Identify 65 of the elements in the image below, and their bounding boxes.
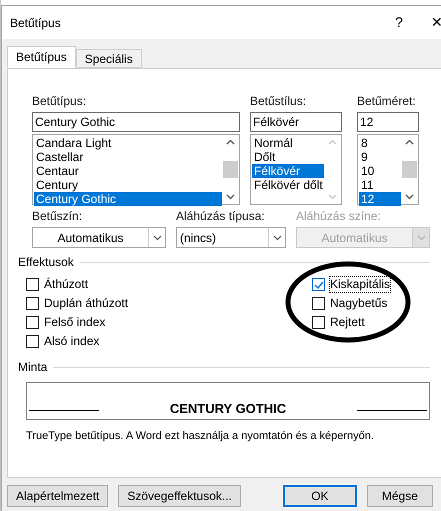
field-label: Aláhúzás színe:: [296, 209, 382, 224]
help-button[interactable]: ?: [384, 12, 414, 33]
scroll-down-icon[interactable]: [226, 194, 235, 200]
list-item[interactable]: Normál: [252, 136, 324, 150]
window-title: Betűtípus: [10, 14, 62, 32]
list-item[interactable]: 9: [359, 150, 401, 164]
font-description: TrueType betűtípus. A Word ezt használja a nyomtatón és a képernyőn.: [26, 429, 375, 444]
checkbox[interactable]: [26, 316, 39, 329]
dialog-button[interactable]: Alapértelmezett: [7, 485, 108, 507]
checkbox[interactable]: [312, 316, 325, 329]
dialog-button[interactable]: Mégse: [366, 485, 433, 507]
scroll-up-icon[interactable]: [405, 139, 414, 145]
dropdown[interactable]: (nincs): [176, 227, 286, 248]
dialog-button[interactable]: Szövegeffektusok...: [118, 485, 241, 507]
checkbox[interactable]: [312, 278, 325, 291]
field-label: Betűstílus:: [250, 94, 308, 109]
list-item[interactable]: Castellar: [34, 150, 222, 164]
field-label: Betűméret:: [357, 94, 417, 109]
group-title: Minta: [18, 359, 48, 376]
text-field[interactable]: Century Gothic: [32, 112, 240, 132]
list-item[interactable]: Centaur: [34, 164, 222, 178]
list-item[interactable]: Dőlt: [252, 150, 324, 164]
tab[interactable]: Betűtípus: [7, 46, 76, 68]
checkbox[interactable]: [26, 335, 39, 348]
dialog-button[interactable]: OK: [282, 485, 357, 507]
close-button[interactable]: ✕: [414, 12, 441, 33]
list-item[interactable]: Félkövér: [252, 164, 324, 178]
list-item[interactable]: 12: [359, 192, 401, 206]
list-item[interactable]: 8: [359, 136, 401, 150]
field-label: Betűtípus:: [32, 94, 88, 109]
dropdown-value: Automatikus: [320, 230, 389, 246]
scroll-thumb[interactable]: [402, 161, 417, 178]
list-item[interactable]: 11: [359, 178, 401, 192]
scroll-thumb[interactable]: [223, 161, 238, 178]
list-item[interactable]: Century Gothic: [34, 192, 222, 206]
checkbox-label[interactable]: Alsó index: [44, 334, 100, 349]
checkbox-label[interactable]: Áthúzott: [44, 277, 88, 292]
chevron-down-icon: [152, 234, 162, 240]
checkbox[interactable]: [312, 297, 325, 310]
scroll-up-icon[interactable]: [226, 139, 235, 145]
dropdown-value: (nincs): [179, 230, 218, 246]
checkbox-label[interactable]: Felső index: [44, 315, 106, 330]
text-field[interactable]: 12: [357, 112, 419, 132]
checkbox[interactable]: [26, 278, 39, 291]
dropdown-value: Automatikus: [56, 230, 125, 246]
list-item[interactable]: Félkövér dőlt: [252, 178, 324, 192]
sample-text: CENTURY GOTHIC: [168, 401, 288, 417]
checkbox[interactable]: [26, 297, 39, 310]
list-item[interactable]: Century: [34, 178, 222, 192]
text-field[interactable]: Félkövér: [250, 112, 342, 132]
chevron-down-icon: [272, 234, 282, 240]
tab[interactable]: Speciális: [76, 49, 142, 68]
field-label: Betűszín:: [32, 209, 84, 224]
checkbox-label[interactable]: Rejtett: [330, 315, 365, 330]
chevron-down-icon: [416, 234, 426, 240]
list-item[interactable]: 10: [359, 164, 401, 178]
checkmark-icon: [314, 280, 324, 288]
dropdown[interactable]: Automatikus: [32, 227, 166, 248]
checkbox-label[interactable]: Duplán áthúzott: [44, 296, 128, 311]
list-item[interactable]: Candara Light: [34, 136, 222, 150]
scroll-down-icon[interactable]: [405, 194, 414, 200]
checkbox-label[interactable]: Kiskapitális: [330, 277, 390, 292]
group-title: Effektusok: [18, 254, 74, 271]
checkbox-label[interactable]: Nagybetűs: [330, 296, 388, 311]
field-label: Aláhúzás típusa:: [176, 209, 266, 224]
